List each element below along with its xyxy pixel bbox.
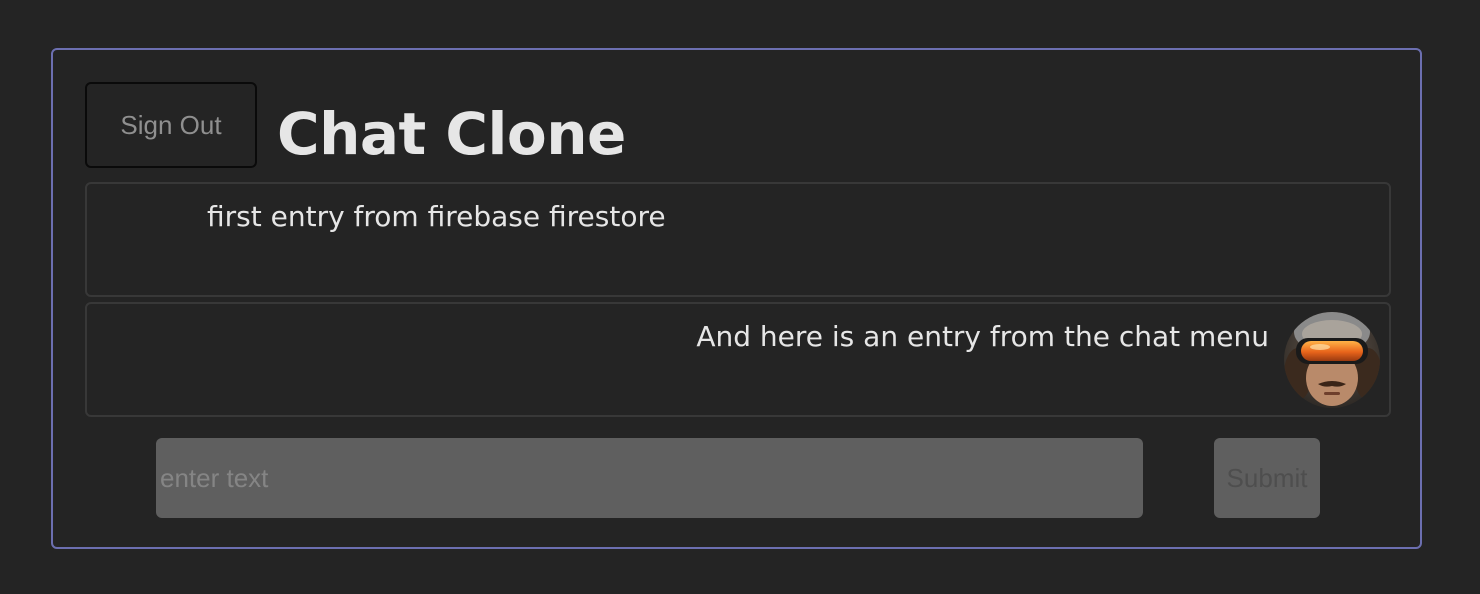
message-text: And here is an entry from the chat menu bbox=[696, 320, 1269, 353]
sign-out-button[interactable]: Sign Out bbox=[85, 82, 257, 168]
user-avatar-icon bbox=[1284, 312, 1380, 408]
message-input[interactable] bbox=[156, 438, 1143, 518]
message-card: And here is an entry from the chat menu bbox=[85, 302, 1391, 417]
message-card: first entry from firebase firestore bbox=[85, 182, 1391, 297]
message-text: first entry from firebase firestore bbox=[207, 200, 666, 233]
page-title: Chat Clone bbox=[277, 100, 626, 168]
submit-button[interactable]: Submit bbox=[1214, 438, 1320, 518]
